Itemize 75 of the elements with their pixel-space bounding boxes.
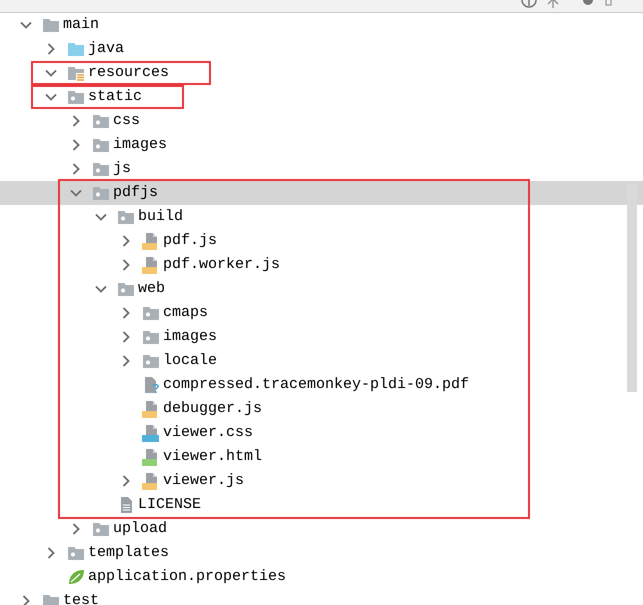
tree-item-label: pdf.worker.js xyxy=(163,256,280,274)
folder-icon xyxy=(92,112,110,130)
tree-item-label: resources xyxy=(88,64,170,82)
folder-icon xyxy=(142,328,160,346)
js-file-icon xyxy=(142,400,160,418)
tree-row[interactable]: LICENSE xyxy=(0,493,643,517)
html-file-icon xyxy=(142,448,160,466)
tree-item-label: css xyxy=(113,112,140,130)
tree-item-label: pdf.js xyxy=(163,232,218,250)
leaf-icon xyxy=(67,568,85,586)
tree-row[interactable]: pdf.js xyxy=(0,229,643,253)
tree-item-label: static xyxy=(88,88,142,106)
tree-row[interactable]: images xyxy=(0,325,643,349)
tree-row[interactable]: js xyxy=(0,157,643,181)
folder-icon xyxy=(92,136,110,154)
folder-icon xyxy=(92,520,110,538)
tree-row[interactable]: upload xyxy=(0,517,643,541)
tree-item-label: viewer.js xyxy=(163,472,244,490)
tree-row[interactable]: main xyxy=(0,13,643,37)
tree-row[interactable]: application.properties xyxy=(0,565,643,589)
folder-icon xyxy=(67,40,85,58)
tree-item-label: debugger.js xyxy=(163,400,262,418)
tree-item-label: images xyxy=(113,136,168,154)
tree-item-label: java xyxy=(88,40,124,58)
tree-item-label: upload xyxy=(113,520,168,538)
folder-icon xyxy=(142,352,160,370)
tree-row[interactable]: images xyxy=(0,133,643,157)
tree-item-label: pdfjs xyxy=(113,184,158,202)
folder-icon xyxy=(42,592,60,605)
folder-icon xyxy=(117,208,135,226)
folder-icon xyxy=(92,160,110,178)
tree-row[interactable]: web xyxy=(0,277,643,301)
tree-item-label: templates xyxy=(88,544,170,562)
tree-item-label: build xyxy=(138,208,184,226)
tree-item-label: viewer.css xyxy=(163,424,254,442)
tree-row[interactable]: resources xyxy=(0,61,643,85)
tree-item-label: test xyxy=(63,592,100,605)
tree-row[interactable]: locale xyxy=(0,349,643,373)
folder-icon xyxy=(117,280,135,298)
folder-icon xyxy=(142,304,160,322)
folder-icon xyxy=(67,544,85,562)
tree-item-label: web xyxy=(138,280,166,298)
folder-icon xyxy=(92,184,110,202)
tree-row[interactable]: java xyxy=(0,37,643,61)
folder-icon xyxy=(67,88,85,106)
scrollbar-thumb[interactable] xyxy=(627,182,637,392)
tree-item-label: compressed.tracemonkey-pldi-09.pdf xyxy=(163,376,470,394)
folder-icon xyxy=(42,16,60,34)
tree-item-label: main xyxy=(63,16,100,34)
js-file-icon xyxy=(142,472,160,490)
tree-item-label: cmaps xyxy=(163,304,208,322)
tree-row[interactable]: templates xyxy=(0,541,643,565)
css-file-icon xyxy=(142,424,160,442)
tree-row[interactable]: viewer.css xyxy=(0,421,643,445)
tree-row[interactable]: test xyxy=(0,589,643,605)
js-file-icon xyxy=(142,256,160,274)
tree-row[interactable]: static xyxy=(0,85,643,109)
tree-row[interactable]: viewer.html xyxy=(0,445,643,469)
tree-row[interactable]: cmaps xyxy=(0,301,643,325)
tree-row[interactable]: build xyxy=(0,205,643,229)
unknown-file-icon xyxy=(142,376,160,394)
tree-row[interactable]: pdfjs xyxy=(0,181,643,205)
tree-item-label: locale xyxy=(163,352,218,370)
tree-row[interactable]: debugger.js xyxy=(0,397,643,421)
tree-row[interactable]: pdf.worker.js xyxy=(0,253,643,277)
resources-folder-icon xyxy=(67,64,85,82)
tree-row[interactable]: viewer.js xyxy=(0,469,643,493)
tree-item-label: application.properties xyxy=(88,568,286,586)
tree-row[interactable]: compressed.tracemonkey-pldi-09.pdf xyxy=(0,373,643,397)
tree-item-label: LICENSE xyxy=(138,496,202,514)
tree-item-label: images xyxy=(163,328,218,346)
js-file-icon xyxy=(142,232,160,250)
tree-row[interactable]: css xyxy=(0,109,643,133)
tree-item-label: js xyxy=(113,160,132,178)
tree-item-label: viewer.html xyxy=(163,448,262,466)
